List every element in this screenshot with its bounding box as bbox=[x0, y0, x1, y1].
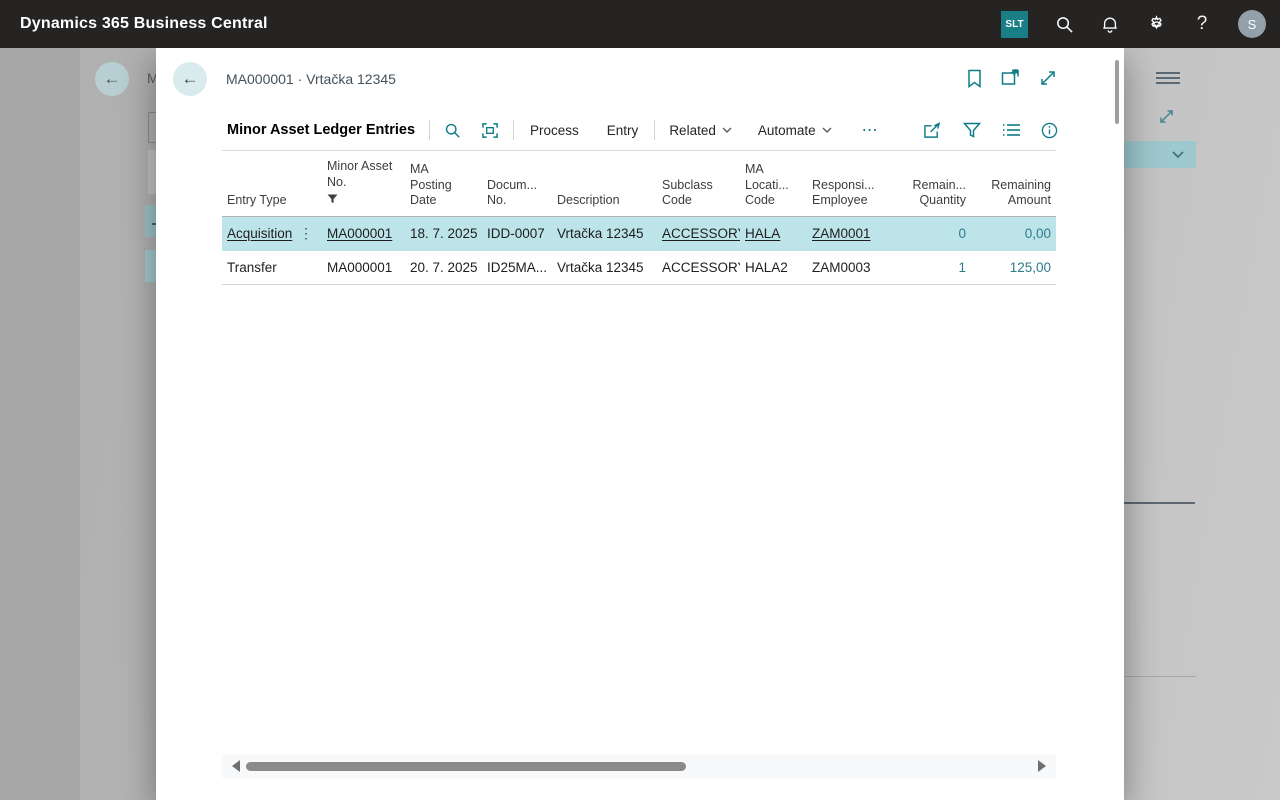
responsible-employee-link[interactable]: ZAM0001 bbox=[812, 226, 871, 241]
more-options-icon[interactable]: ⋯ bbox=[862, 120, 879, 140]
notifications-bell-icon[interactable] bbox=[1100, 14, 1120, 34]
ledger-entries-table: Entry Type Minor Asset No. MA Posting Da… bbox=[222, 150, 1056, 285]
hamburger-menu-icon bbox=[1156, 72, 1180, 84]
background-factbox-header bbox=[1123, 141, 1196, 168]
back-button[interactable]: ← bbox=[173, 62, 207, 96]
action-toolbar: Minor Asset Ledger Entries Process Entry… bbox=[227, 110, 1058, 150]
avatar[interactable]: S bbox=[1238, 10, 1266, 38]
search-list-icon[interactable] bbox=[444, 122, 461, 139]
minor-asset-card-page: ← MA000001 · Vrtačka 12345 Minor Asset L… bbox=[156, 48, 1124, 800]
page-header-icons bbox=[967, 69, 1057, 93]
description-cell[interactable]: Vrtačka 12345 bbox=[552, 226, 657, 241]
divider bbox=[429, 120, 430, 140]
divider bbox=[654, 120, 655, 140]
scrollbar-thumb[interactable] bbox=[246, 762, 686, 771]
remaining-quantity-cell[interactable]: 0 bbox=[895, 226, 971, 241]
minor-asset-no-link[interactable]: MA000001 bbox=[327, 226, 392, 241]
chevron-down-icon bbox=[722, 127, 732, 134]
list-view-icon[interactable] bbox=[1002, 123, 1020, 137]
entry-type-link[interactable]: Acquisition bbox=[227, 226, 292, 241]
column-header-remaining-quantity[interactable]: Remain... Quantity bbox=[895, 174, 971, 216]
table-row[interactable]: Transfer MA000001 20. 7. 2025 ID25MA... … bbox=[222, 251, 1056, 285]
remaining-quantity-cell[interactable]: 1 bbox=[895, 260, 971, 275]
document-no-cell[interactable]: ID25MA... bbox=[482, 260, 552, 275]
ma-posting-date-cell[interactable]: 18. 7. 2025 bbox=[405, 226, 482, 241]
minor-asset-no-cell[interactable]: MA000001 bbox=[322, 260, 405, 275]
bookmark-icon[interactable] bbox=[967, 69, 982, 93]
ma-location-code-cell[interactable]: HALA2 bbox=[740, 260, 807, 275]
subclass-code-cell[interactable]: ACCESSORY bbox=[657, 260, 740, 275]
column-header-minor-asset-no[interactable]: Minor Asset No. bbox=[322, 155, 405, 216]
column-header-ma-location-code[interactable]: MA Locati... Code bbox=[740, 158, 807, 216]
environment-badge[interactable]: SLT bbox=[1001, 11, 1028, 38]
menu-related[interactable]: Related bbox=[669, 123, 732, 138]
expand-arrows-icon bbox=[1158, 108, 1175, 130]
menu-automate[interactable]: Automate bbox=[758, 123, 832, 138]
help-icon[interactable]: ? bbox=[1192, 14, 1212, 34]
scroll-right-icon[interactable] bbox=[1038, 760, 1046, 772]
column-header-entry-type[interactable]: Entry Type bbox=[222, 189, 322, 216]
column-header-responsible-employee[interactable]: Responsi... Employee bbox=[807, 174, 895, 216]
open-in-new-window-icon[interactable] bbox=[1001, 69, 1020, 93]
column-filter-icon bbox=[327, 193, 400, 209]
subclass-code-link[interactable]: ACCESSORY bbox=[662, 226, 740, 241]
table-row[interactable]: Acquisition ⋮ MA000001 18. 7. 2025 IDD-0… bbox=[222, 217, 1056, 251]
info-icon[interactable] bbox=[1041, 122, 1058, 139]
vertical-scrollbar-thumb[interactable] bbox=[1115, 60, 1119, 124]
row-menu-icon[interactable]: ⋮ bbox=[295, 225, 317, 242]
menu-entry[interactable]: Entry bbox=[605, 119, 641, 142]
analyze-icon[interactable] bbox=[481, 122, 499, 139]
filter-icon[interactable] bbox=[963, 122, 981, 138]
scroll-left-icon[interactable] bbox=[232, 760, 240, 772]
background-divider bbox=[1124, 676, 1196, 677]
remaining-amount-cell[interactable]: 0,00 bbox=[971, 226, 1056, 241]
menu-process[interactable]: Process bbox=[528, 119, 581, 142]
app-title[interactable]: Dynamics 365 Business Central bbox=[20, 15, 268, 33]
app-header: Dynamics 365 Business Central SLT ? S bbox=[0, 0, 1280, 48]
back-arrow-icon: ← bbox=[104, 69, 121, 89]
remaining-amount-cell[interactable]: 125,00 bbox=[971, 260, 1056, 275]
description-cell[interactable]: Vrtačka 12345 bbox=[552, 260, 657, 275]
divider bbox=[513, 120, 514, 140]
responsible-employee-cell[interactable]: ZAM0003 bbox=[807, 260, 895, 275]
search-icon[interactable] bbox=[1054, 14, 1074, 34]
ma-location-code-link[interactable]: HALA bbox=[745, 226, 780, 241]
page-title-breadcrumb[interactable]: MA000001 · Vrtačka 12345 bbox=[226, 71, 396, 87]
column-header-ma-posting-date[interactable]: MA Posting Date bbox=[405, 158, 482, 216]
background-nav-strip bbox=[0, 48, 80, 800]
list-part-title: Minor Asset Ledger Entries bbox=[227, 122, 415, 138]
settings-gear-icon[interactable] bbox=[1146, 14, 1166, 34]
topbar-actions: SLT ? S bbox=[1001, 0, 1272, 48]
entry-type-cell[interactable]: Transfer bbox=[227, 260, 277, 275]
chevron-down-icon bbox=[822, 127, 832, 134]
ma-posting-date-cell[interactable]: 20. 7. 2025 bbox=[405, 260, 482, 275]
expand-page-icon[interactable] bbox=[1039, 69, 1057, 93]
column-header-description[interactable]: Description bbox=[552, 189, 657, 216]
column-header-subclass-code[interactable]: Subclass Code bbox=[657, 174, 740, 216]
back-arrow-icon: ← bbox=[182, 69, 199, 89]
toolbar-right-icons bbox=[923, 122, 1058, 139]
column-header-remaining-amount[interactable]: Remaining Amount bbox=[971, 174, 1056, 216]
column-header-document-no[interactable]: Docum... No. bbox=[482, 174, 552, 216]
share-icon[interactable] bbox=[923, 122, 942, 139]
background-divider bbox=[1123, 502, 1195, 504]
document-no-cell[interactable]: IDD-0007 bbox=[482, 226, 552, 241]
horizontal-scrollbar[interactable] bbox=[222, 754, 1056, 778]
background-back-button: ← bbox=[95, 62, 129, 96]
table-header-row: Entry Type Minor Asset No. MA Posting Da… bbox=[222, 151, 1056, 217]
